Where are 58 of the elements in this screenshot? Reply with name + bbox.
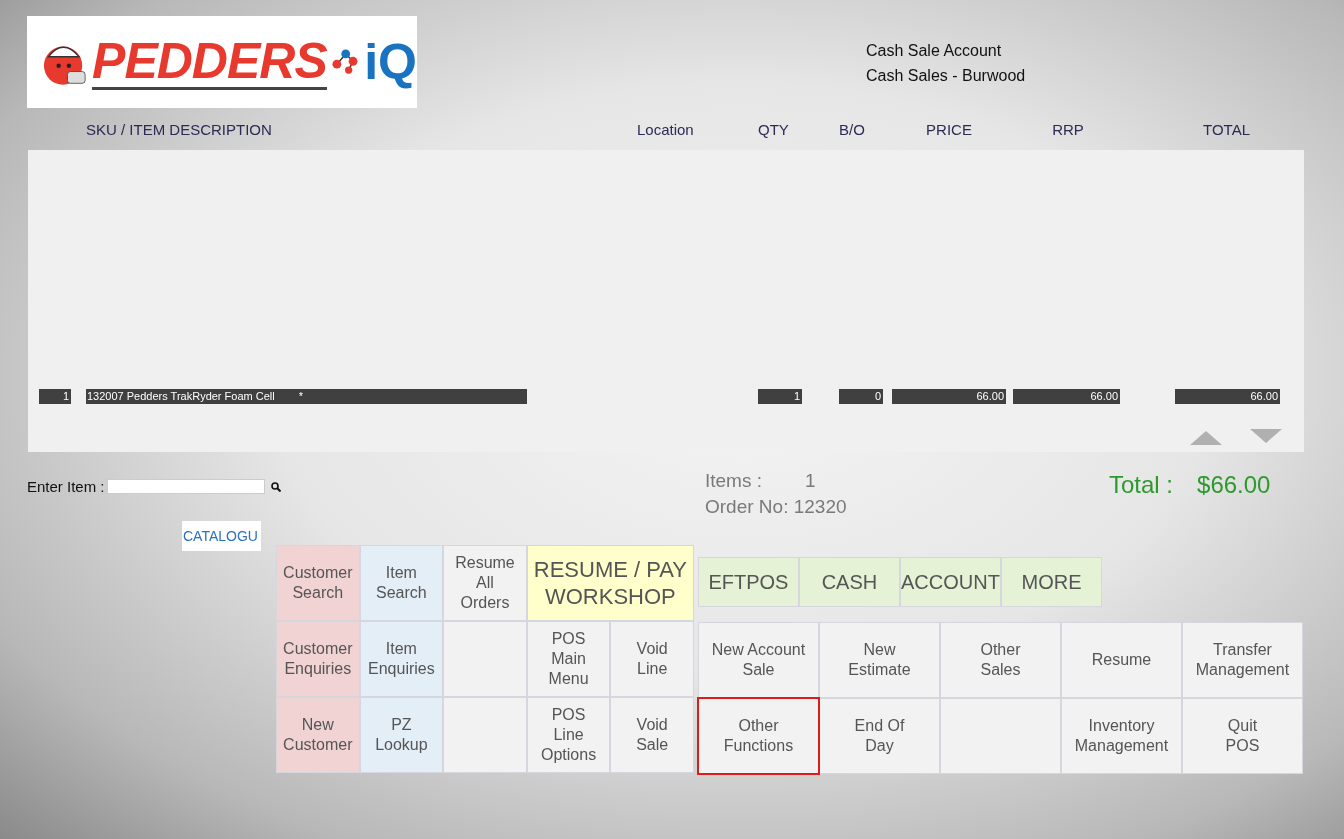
backorder-cell: 0 <box>839 389 883 404</box>
items-count: 1 <box>805 469 817 493</box>
column-header: RRP <box>1052 120 1085 138</box>
function-button[interactable]: Resume <box>1060 622 1182 698</box>
function-button[interactable]: Customer Search <box>276 545 360 621</box>
function-button[interactable]: Customer Enquiries <box>276 621 360 697</box>
scroll-up-icon[interactable] <box>1190 429 1222 445</box>
function-button[interactable]: Quit POS <box>1181 698 1303 774</box>
search-icon[interactable] <box>270 481 281 492</box>
function-button[interactable]: PZ Lookup <box>359 697 444 773</box>
column-header: SKU / ITEM DESCRIPTION <box>86 120 272 138</box>
blank-button[interactable] <box>939 698 1061 774</box>
function-button[interactable]: Item Search <box>359 545 444 621</box>
function-button[interactable]: Void Sale <box>610 697 694 773</box>
account-label: Cash Sales - Burwood <box>866 66 1026 85</box>
function-button[interactable]: Other Functions <box>697 698 819 774</box>
price-cell: 66.00 <box>892 389 1006 404</box>
line-number-cell: 1 <box>39 389 71 404</box>
function-button[interactable]: Other Sales <box>939 622 1061 698</box>
items-label: Items : <box>705 469 763 493</box>
function-button[interactable]: RESUME / PAY WORKSHOP <box>526 545 694 621</box>
total-amount: $66.00 <box>1197 471 1271 499</box>
qty-cell: 1 <box>758 389 802 404</box>
total-cell: 66.00 <box>1175 389 1280 404</box>
rrp-cell: 66.00 <box>1013 389 1120 404</box>
payment-button[interactable]: MORE <box>1000 557 1102 607</box>
function-button[interactable]: POS Main Menu <box>526 621 611 697</box>
function-button[interactable]: End Of Day <box>818 698 940 774</box>
column-header: QTY <box>757 120 789 138</box>
blank-button[interactable] <box>443 697 527 773</box>
function-button[interactable]: New Customer <box>276 697 360 773</box>
catalogue-button[interactable]: CATALOGU <box>182 521 261 551</box>
payment-button[interactable]: ACCOUNT <box>899 557 1001 607</box>
function-button[interactable]: POS Line Options <box>526 697 611 773</box>
flag-label: * <box>298 389 303 404</box>
column-header: PRICE <box>926 120 972 138</box>
account-label: Cash Sale Account <box>866 41 1003 60</box>
column-header: TOTAL <box>1203 120 1251 138</box>
function-button[interactable]: Inventory Management <box>1060 698 1182 774</box>
column-header: B/O <box>838 120 865 138</box>
enter-item-label: Enter Item : <box>27 478 105 495</box>
logo-suffix-text: iQ <box>364 36 417 88</box>
function-button[interactable]: Item Enquiries <box>359 621 444 697</box>
function-button[interactable]: Resume All Orders <box>443 545 527 621</box>
function-button[interactable]: New Estimate <box>818 622 940 698</box>
function-button[interactable]: Transfer Management <box>1181 622 1303 698</box>
function-button[interactable]: Void Line <box>610 621 694 697</box>
function-button[interactable]: New Account Sale <box>697 622 819 698</box>
item-description: 132007 Pedders TrakRyder Foam Cell <box>87 389 275 404</box>
column-header: Location <box>636 120 694 138</box>
item-input-field[interactable] <box>106 479 265 494</box>
order-number: Order No: 12320 <box>705 495 848 519</box>
logo-brand-text: PEDDERS <box>92 34 327 90</box>
scroll-down-icon[interactable] <box>1250 429 1282 445</box>
payment-button[interactable]: CASH <box>798 557 900 607</box>
total-label: Total : <box>1109 471 1174 499</box>
blank-button[interactable] <box>443 621 527 697</box>
payment-button[interactable]: EFTPOS <box>697 557 799 607</box>
